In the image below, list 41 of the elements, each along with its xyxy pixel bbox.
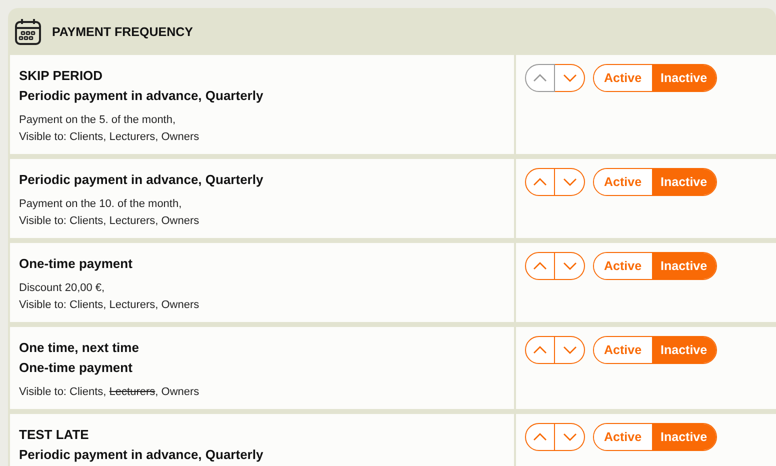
chevron-up-icon bbox=[533, 177, 547, 187]
move-down-button[interactable] bbox=[555, 423, 585, 451]
chevron-up-icon bbox=[533, 261, 547, 271]
chevron-up-icon bbox=[533, 73, 547, 83]
status-option[interactable]: Inactive bbox=[652, 337, 716, 363]
chevron-down-icon bbox=[562, 345, 576, 355]
move-down-button[interactable] bbox=[555, 168, 585, 196]
panel-title: PAYMENT FREQUENCY bbox=[52, 24, 193, 38]
chevron-down-icon bbox=[562, 73, 576, 83]
chevron-up-icon bbox=[533, 345, 547, 355]
move-down-button[interactable] bbox=[555, 252, 585, 280]
move-up-button[interactable] bbox=[525, 423, 555, 451]
rule-title: Periodic payment in advance, Quarterly bbox=[19, 446, 264, 464]
visibility-text: Visible to: Clients, Lecturers, Owners bbox=[19, 298, 200, 313]
chevron-down-icon bbox=[562, 261, 576, 271]
chevron-down-icon bbox=[562, 432, 576, 442]
status-option[interactable]: Inactive bbox=[652, 169, 716, 195]
rule-title: One-time payment bbox=[19, 359, 134, 377]
rule-title: Periodic payment in advance, Quarterly bbox=[19, 87, 264, 105]
status-option[interactable]: Inactive bbox=[652, 65, 716, 91]
rule-detail: Payment on the 10. of the month, bbox=[19, 197, 183, 212]
rule-title: Periodic payment in advance, Quarterly bbox=[19, 171, 264, 189]
rule-title: TEST LATE bbox=[19, 426, 90, 444]
rule-title: SKIP PERIOD bbox=[19, 67, 104, 85]
move-down-button[interactable] bbox=[555, 64, 585, 92]
rule-title: One-time payment bbox=[19, 255, 134, 273]
visibility-text: Visible to: Clients, Lecturers, Owners bbox=[19, 385, 200, 400]
status-option[interactable]: Inactive bbox=[652, 253, 716, 279]
visibility-text: Visible to: Clients, Lecturers, Owners bbox=[19, 130, 200, 145]
visibility-text: Visible to: Clients, Lecturers, Owners bbox=[19, 214, 200, 229]
move-up-button[interactable] bbox=[525, 252, 555, 280]
status-option[interactable]: Inactive bbox=[652, 424, 716, 450]
move-up-button[interactable] bbox=[525, 168, 555, 196]
chevron-up-icon bbox=[533, 432, 547, 442]
rule-detail: Payment on the 5. of the month, bbox=[19, 113, 177, 128]
calendar-icon bbox=[14, 18, 42, 46]
move-up-button[interactable] bbox=[525, 336, 555, 364]
rule-title: One time, next time bbox=[19, 339, 140, 357]
rule-detail: Discount 20,00 €, bbox=[19, 281, 106, 296]
chevron-down-icon bbox=[562, 177, 576, 187]
move-down-button[interactable] bbox=[555, 336, 585, 364]
